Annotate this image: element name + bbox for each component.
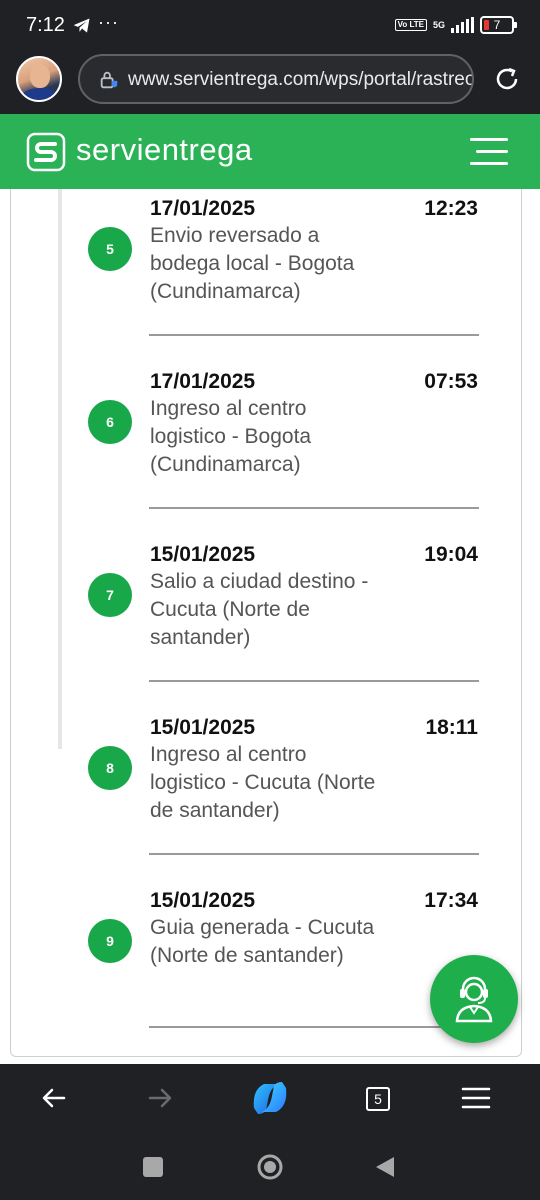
battery-icon: 7 [480, 16, 517, 34]
timeline-event: 6 17/01/2025 07:53 Ingreso al centro log… [0, 362, 540, 534]
status-time: 7:12 [26, 14, 65, 36]
browser-bottom-nav: 5 [0, 1064, 540, 1132]
back-triangle-icon[interactable] [374, 1155, 396, 1179]
event-time: 17:34 [424, 889, 478, 912]
site-info-icon[interactable] [98, 69, 120, 91]
event-date: 15/01/2025 [150, 889, 256, 912]
support-agent-icon [455, 976, 493, 1023]
servientrega-logo-icon[interactable] [26, 132, 66, 172]
hamburger-menu-icon[interactable] [470, 138, 508, 166]
event-divider [149, 334, 479, 336]
event-divider [149, 853, 479, 855]
menu-icon[interactable] [458, 1080, 494, 1116]
event-time: 18:11 [425, 716, 478, 739]
address-bar[interactable]: www.servientrega.com/wps/portal/rastreo [78, 54, 474, 104]
system-navigation-bar [0, 1132, 540, 1200]
network-5g-label: 5G [432, 19, 445, 30]
event-description: Ingreso al centro logistico - Bogota (Cu… [150, 397, 312, 476]
more-notifications-icon: ··· [98, 12, 119, 32]
volte-icon: Vo LTE [394, 19, 427, 31]
event-number-badge: 6 [88, 400, 132, 444]
browser-toolbar: www.servientrega.com/wps/portal/rastreo [0, 52, 540, 114]
event-date: 17/01/2025 [150, 370, 256, 393]
event-number-badge: 8 [88, 746, 132, 790]
home-circle-icon[interactable] [256, 1153, 284, 1181]
event-description: Guia generada - Cucuta (Norte de santand… [150, 916, 375, 967]
tabs-icon[interactable]: 5 [366, 1087, 390, 1111]
signal-icon [451, 17, 474, 33]
event-number-badge: 5 [88, 227, 132, 271]
event-date: 15/01/2025 [150, 716, 256, 739]
copilot-icon[interactable] [248, 1078, 292, 1118]
tracking-content[interactable]: 5 17/01/2025 12:23 Envio reversado a bod… [0, 189, 540, 1064]
battery-level: 7 [493, 18, 501, 32]
recents-square-icon[interactable] [142, 1156, 164, 1178]
timeline-event: 7 15/01/2025 19:04 Salio a ciudad destin… [0, 535, 540, 707]
url-text[interactable]: www.servientrega.com/wps/portal/rastreo [128, 69, 472, 91]
timeline-event: 8 15/01/2025 18:11 Ingreso al centro log… [0, 708, 540, 880]
event-description: Salio a ciudad destino - Cucuta (Norte d… [150, 570, 369, 649]
support-chat-button[interactable] [430, 955, 518, 1043]
event-time: 07:53 [424, 370, 478, 393]
brand-name[interactable]: servientrega [76, 132, 253, 168]
site-header: servientrega [0, 114, 540, 189]
event-number-badge: 9 [88, 919, 132, 963]
event-divider [149, 507, 479, 509]
event-description: Envio reversado a bodega local - Bogota … [150, 224, 355, 303]
back-arrow-icon[interactable] [36, 1080, 72, 1116]
telegram-icon [73, 18, 90, 33]
event-date: 15/01/2025 [150, 543, 256, 566]
event-date: 17/01/2025 [150, 197, 256, 220]
event-time: 19:04 [424, 543, 478, 566]
reload-icon[interactable] [492, 64, 522, 94]
status-bar: 7:12 ··· Vo LTE 5G 7 [0, 0, 540, 52]
event-divider [149, 680, 479, 682]
timeline-event: 5 17/01/2025 12:23 Envio reversado a bod… [0, 189, 540, 361]
event-time: 12:23 [424, 197, 478, 220]
forward-arrow-icon[interactable] [142, 1080, 178, 1116]
status-indicators: Vo LTE 5G 7 [394, 16, 517, 34]
avatar[interactable] [16, 56, 62, 102]
event-divider [149, 1026, 479, 1028]
event-number-badge: 7 [88, 573, 132, 617]
event-description: Ingreso al centro logistico - Cucuta (No… [150, 743, 376, 822]
